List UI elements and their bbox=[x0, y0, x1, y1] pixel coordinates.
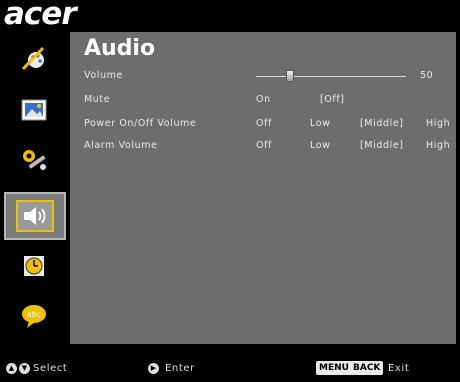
sidebar-item-audio[interactable] bbox=[4, 192, 66, 240]
exit-hint: Exit bbox=[388, 363, 410, 374]
menu-key[interactable]: MENU bbox=[316, 361, 352, 375]
volume-value: 50 bbox=[420, 70, 434, 81]
power-volume-option-middle[interactable]: [Middle] bbox=[360, 118, 404, 129]
svg-text:abc: abc bbox=[27, 310, 41, 319]
power-volume-option-low[interactable]: Low bbox=[310, 118, 331, 129]
volume-slider-handle[interactable] bbox=[286, 70, 294, 82]
sidebar-item-image[interactable] bbox=[6, 90, 62, 134]
right-arrow-icon: ▶ bbox=[148, 363, 159, 374]
sidebar-item-color[interactable] bbox=[6, 38, 62, 82]
mute-label[interactable]: Mute bbox=[84, 94, 110, 105]
timer-icon bbox=[22, 254, 46, 282]
page-title: Audio bbox=[84, 36, 156, 61]
settings-icon bbox=[19, 147, 49, 177]
sidebar-item-timer[interactable] bbox=[6, 246, 62, 290]
mute-option-on[interactable]: On bbox=[256, 94, 271, 105]
alarm-volume-option-low[interactable]: Low bbox=[310, 140, 331, 151]
sidebar: abc bbox=[0, 32, 70, 344]
speaker-icon bbox=[16, 200, 54, 232]
mute-option-off[interactable]: [Off] bbox=[320, 94, 345, 105]
power-volume-option-high[interactable]: High bbox=[426, 118, 450, 129]
back-key[interactable]: BACK bbox=[350, 361, 384, 375]
image-icon bbox=[21, 99, 47, 125]
up-arrow-icon: ▲ bbox=[6, 363, 17, 374]
select-hint: Select bbox=[33, 363, 68, 374]
sidebar-item-language[interactable]: abc bbox=[6, 296, 62, 340]
sidebar-item-settings[interactable] bbox=[6, 140, 62, 184]
volume-label[interactable]: Volume bbox=[84, 70, 123, 81]
down-arrow-icon: ▼ bbox=[19, 363, 30, 374]
power-volume-option-off[interactable]: Off bbox=[256, 118, 272, 129]
power-volume-label[interactable]: Power On/Off Volume bbox=[84, 118, 196, 129]
enter-hint: Enter bbox=[165, 363, 195, 374]
alarm-volume-label[interactable]: Alarm Volume bbox=[84, 140, 158, 151]
alarm-volume-option-off[interactable]: Off bbox=[256, 140, 272, 151]
acer-logo: acer bbox=[4, 0, 77, 32]
alarm-volume-option-middle[interactable]: [Middle] bbox=[360, 140, 404, 151]
audio-panel: Audio Volume 50 Mute On [Off] Power On/O… bbox=[70, 32, 456, 344]
top-bar: acer bbox=[0, 0, 460, 32]
volume-slider-track[interactable] bbox=[256, 76, 406, 77]
bottom-bar: ▲ ▼ Select ▶ Enter MENU BACK Exit bbox=[0, 350, 460, 382]
color-pen-icon bbox=[19, 45, 49, 75]
language-icon: abc bbox=[19, 303, 49, 333]
alarm-volume-option-high[interactable]: High bbox=[426, 140, 450, 151]
